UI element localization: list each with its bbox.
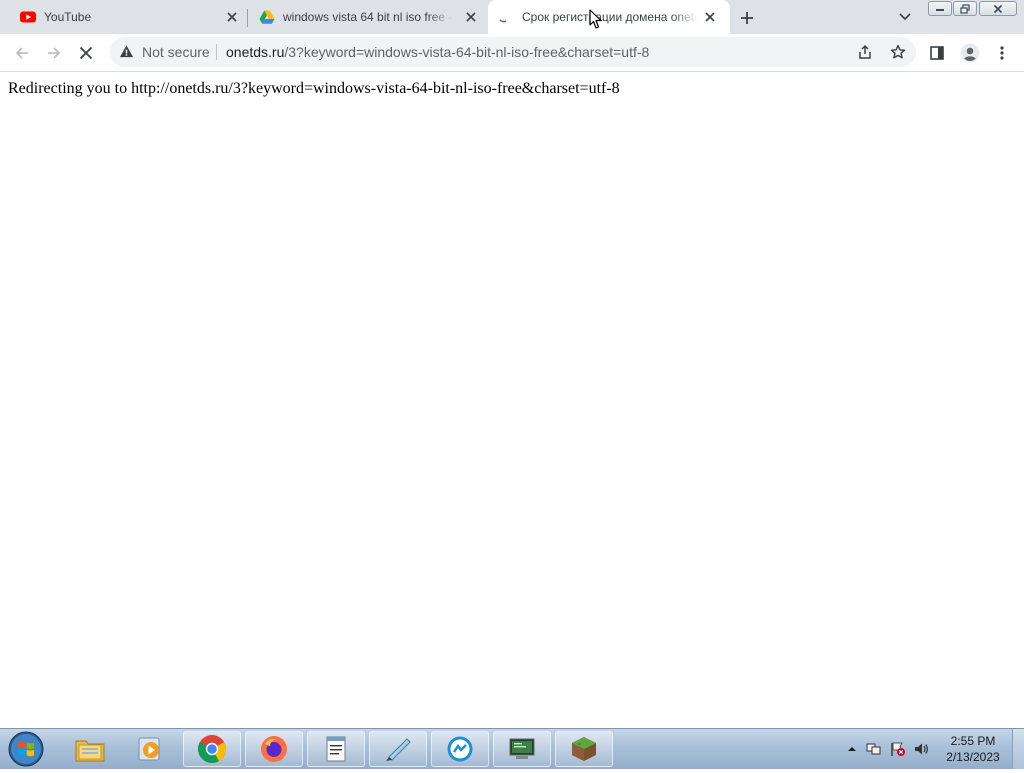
- messenger-icon: [447, 736, 473, 762]
- notepad-icon: [326, 736, 346, 762]
- profile-button[interactable]: [956, 39, 984, 67]
- tab-youtube[interactable]: YouTube: [0, 0, 248, 34]
- avatar-icon: [960, 43, 980, 63]
- taskbar: 2:55 PM 2/13/2023: [0, 728, 1024, 769]
- system-clock[interactable]: 2:55 PM 2/13/2023: [932, 733, 1014, 765]
- minimize-icon: [936, 8, 944, 11]
- close-tab-icon[interactable]: [463, 9, 479, 25]
- url-text[interactable]: onetds.ru/3?keyword=windows-vista-64-bit…: [226, 44, 649, 60]
- url-path: /3?keyword=windows-vista-64-bit-nl-iso-f…: [284, 44, 650, 60]
- forward-button[interactable]: [40, 39, 68, 67]
- loading-spinner-icon: [496, 9, 512, 25]
- side-panel-icon: [930, 46, 944, 60]
- close-tab-icon[interactable]: [702, 9, 718, 25]
- menu-button[interactable]: [988, 39, 1016, 67]
- action-center-flag-icon[interactable]: [890, 741, 906, 757]
- security-label[interactable]: Not secure: [142, 44, 210, 60]
- tab-strip: YouTube windows vista 64 bit nl iso free…: [0, 0, 1024, 34]
- stop-icon: [79, 46, 93, 60]
- show-hidden-icons[interactable]: [844, 741, 860, 757]
- restore-button[interactable]: [953, 1, 977, 16]
- minecraft-icon: [572, 737, 596, 761]
- side-panel-button[interactable]: [923, 39, 951, 67]
- warning-icon[interactable]: [119, 44, 134, 64]
- chrome-icon: [198, 735, 226, 763]
- taskbar-minecraft[interactable]: [555, 731, 613, 767]
- windows-explorer-icon: [75, 740, 105, 762]
- taskbar-explorer[interactable]: [61, 731, 119, 767]
- taskbar-terminal[interactable]: [493, 731, 551, 767]
- show-desktop-button[interactable]: [1012, 729, 1024, 769]
- taskbar-firefox[interactable]: [245, 731, 303, 767]
- restore-icon: [960, 3, 970, 14]
- close-window-button[interactable]: [979, 1, 1017, 16]
- url-host: onetds.ru: [226, 44, 285, 60]
- clock-time: 2:55 PM: [950, 734, 996, 748]
- mouse-cursor-icon: [589, 9, 602, 29]
- taskbar-paint[interactable]: [369, 731, 427, 767]
- paint-icon: [386, 738, 411, 761]
- bookmark-star-icon[interactable]: [890, 44, 906, 65]
- taskbar-notepad[interactable]: [307, 731, 365, 767]
- new-tab-button[interactable]: [737, 8, 757, 28]
- google-drive-icon: [259, 9, 275, 25]
- browser-toolbar: Not secure onetds.ru/3?keyword=windows-v…: [0, 34, 1024, 72]
- omnibox-divider: [216, 44, 217, 60]
- minimize-button[interactable]: [928, 1, 952, 16]
- clock-date: 2/13/2023: [946, 750, 1000, 764]
- close-tab-icon[interactable]: [224, 9, 240, 25]
- volume-icon[interactable]: [913, 741, 929, 757]
- taskbar-messenger[interactable]: [431, 731, 489, 767]
- tab-title: Срок регистрации домена onetds: [522, 10, 698, 24]
- arrow-right-icon: [48, 47, 61, 59]
- plus-icon: [741, 12, 753, 24]
- tab-active-domain[interactable]: Срок регистрации домена onetds: [488, 0, 730, 34]
- firefox-icon: [261, 736, 287, 762]
- tab-search-button[interactable]: [896, 10, 914, 24]
- chevron-down-icon: [899, 13, 911, 21]
- taskbar-chrome[interactable]: [183, 731, 241, 767]
- media-player-icon: [138, 737, 160, 761]
- taskbar-media-player[interactable]: [121, 731, 179, 767]
- close-icon: [993, 4, 1003, 13]
- arrow-left-icon: [15, 47, 28, 59]
- redirect-message: Redirecting you to http://onetds.ru/3?ke…: [8, 80, 620, 97]
- page-content: Redirecting you to http://onetds.ru/3?ke…: [0, 72, 1024, 728]
- start-button[interactable]: [6, 730, 46, 768]
- stop-loading-button[interactable]: [72, 39, 100, 67]
- tab-title: windows vista 64 bit nl iso free -: [283, 10, 453, 24]
- back-button[interactable]: [8, 39, 36, 67]
- tab-title: YouTube: [44, 10, 92, 24]
- kebab-menu-icon: [1000, 46, 1004, 60]
- youtube-icon: [20, 9, 36, 25]
- remote-terminal-icon: [509, 738, 535, 759]
- tab-google-drive[interactable]: windows vista 64 bit nl iso free -: [248, 0, 488, 34]
- share-icon[interactable]: [857, 44, 873, 65]
- windows-orb-icon: [8, 731, 44, 767]
- network-icon[interactable]: [866, 741, 882, 757]
- address-bar[interactable]: Not secure onetds.ru/3?keyword=windows-v…: [110, 37, 916, 67]
